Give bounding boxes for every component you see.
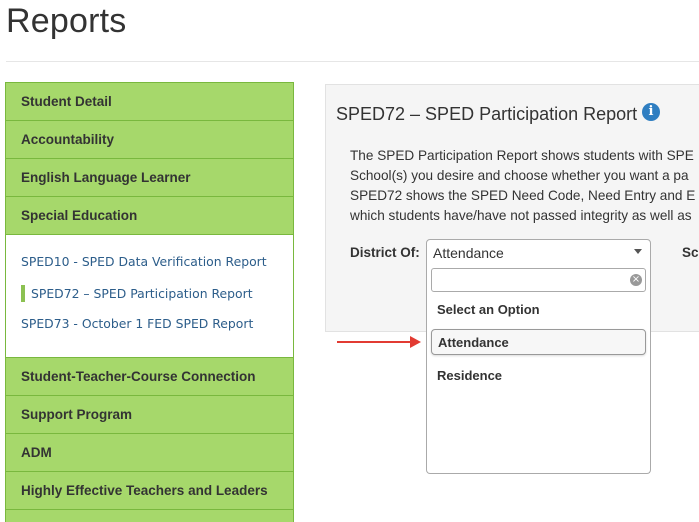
title-divider	[6, 61, 699, 62]
category-support-program[interactable]: Support Program	[6, 396, 293, 434]
clear-icon[interactable]: ×	[630, 274, 642, 286]
category-english-language-learner[interactable]: English Language Learner	[6, 159, 293, 197]
report-description-line: School(s) you desire and choose whether …	[350, 168, 689, 183]
report-description-line: which students have/have not passed inte…	[350, 208, 692, 223]
annotation-arrow-shaft	[337, 341, 415, 343]
report-category-sidebar: Student Detail Accountability English La…	[5, 82, 294, 522]
category-highly-effective-teachers[interactable]: Highly Effective Teachers and Leaders	[6, 472, 293, 510]
district-of-selected-value: Attendance	[433, 245, 504, 261]
category-special-education[interactable]: Special Education	[6, 197, 293, 235]
chevron-down-icon	[634, 249, 642, 254]
report-description-line: SPED72 shows the SPED Need Code, Need En…	[350, 188, 696, 203]
district-of-select[interactable]: Attendance	[426, 239, 651, 265]
district-of-dropdown: × Select an Option Attendance Residence	[426, 263, 651, 474]
special-education-report-list: SPED10 - SPED Data Verification Report S…	[6, 235, 293, 358]
active-report-indicator	[21, 285, 25, 302]
page-title: Reports	[6, 2, 127, 40]
report-link-sped10[interactable]: SPED10 - SPED Data Verification Report	[21, 254, 267, 269]
category-accountability[interactable]: Accountability	[6, 121, 293, 159]
annotation-arrow-icon	[410, 336, 421, 348]
school-label: Sc	[682, 245, 699, 260]
report-description-line: The SPED Participation Report shows stud…	[350, 148, 694, 163]
dropdown-option-select-an-option[interactable]: Select an Option	[431, 296, 646, 322]
report-link-sped72[interactable]: SPED72 – SPED Participation Report	[31, 286, 253, 301]
report-link-sped73[interactable]: SPED73 - October 1 FED SPED Report	[21, 316, 253, 331]
info-icon[interactable]: i	[642, 103, 660, 121]
category-adm[interactable]: ADM	[6, 434, 293, 472]
category-student-detail[interactable]: Student Detail	[6, 83, 293, 121]
category-student-teacher-course-connection[interactable]: Student-Teacher-Course Connection	[6, 358, 293, 396]
dropdown-option-attendance[interactable]: Attendance	[431, 329, 646, 355]
district-of-label: District Of:	[350, 245, 420, 260]
dropdown-search-input[interactable]	[431, 268, 646, 292]
dropdown-option-residence[interactable]: Residence	[431, 362, 646, 388]
report-title: SPED72 – SPED Participation Report	[336, 104, 638, 124]
